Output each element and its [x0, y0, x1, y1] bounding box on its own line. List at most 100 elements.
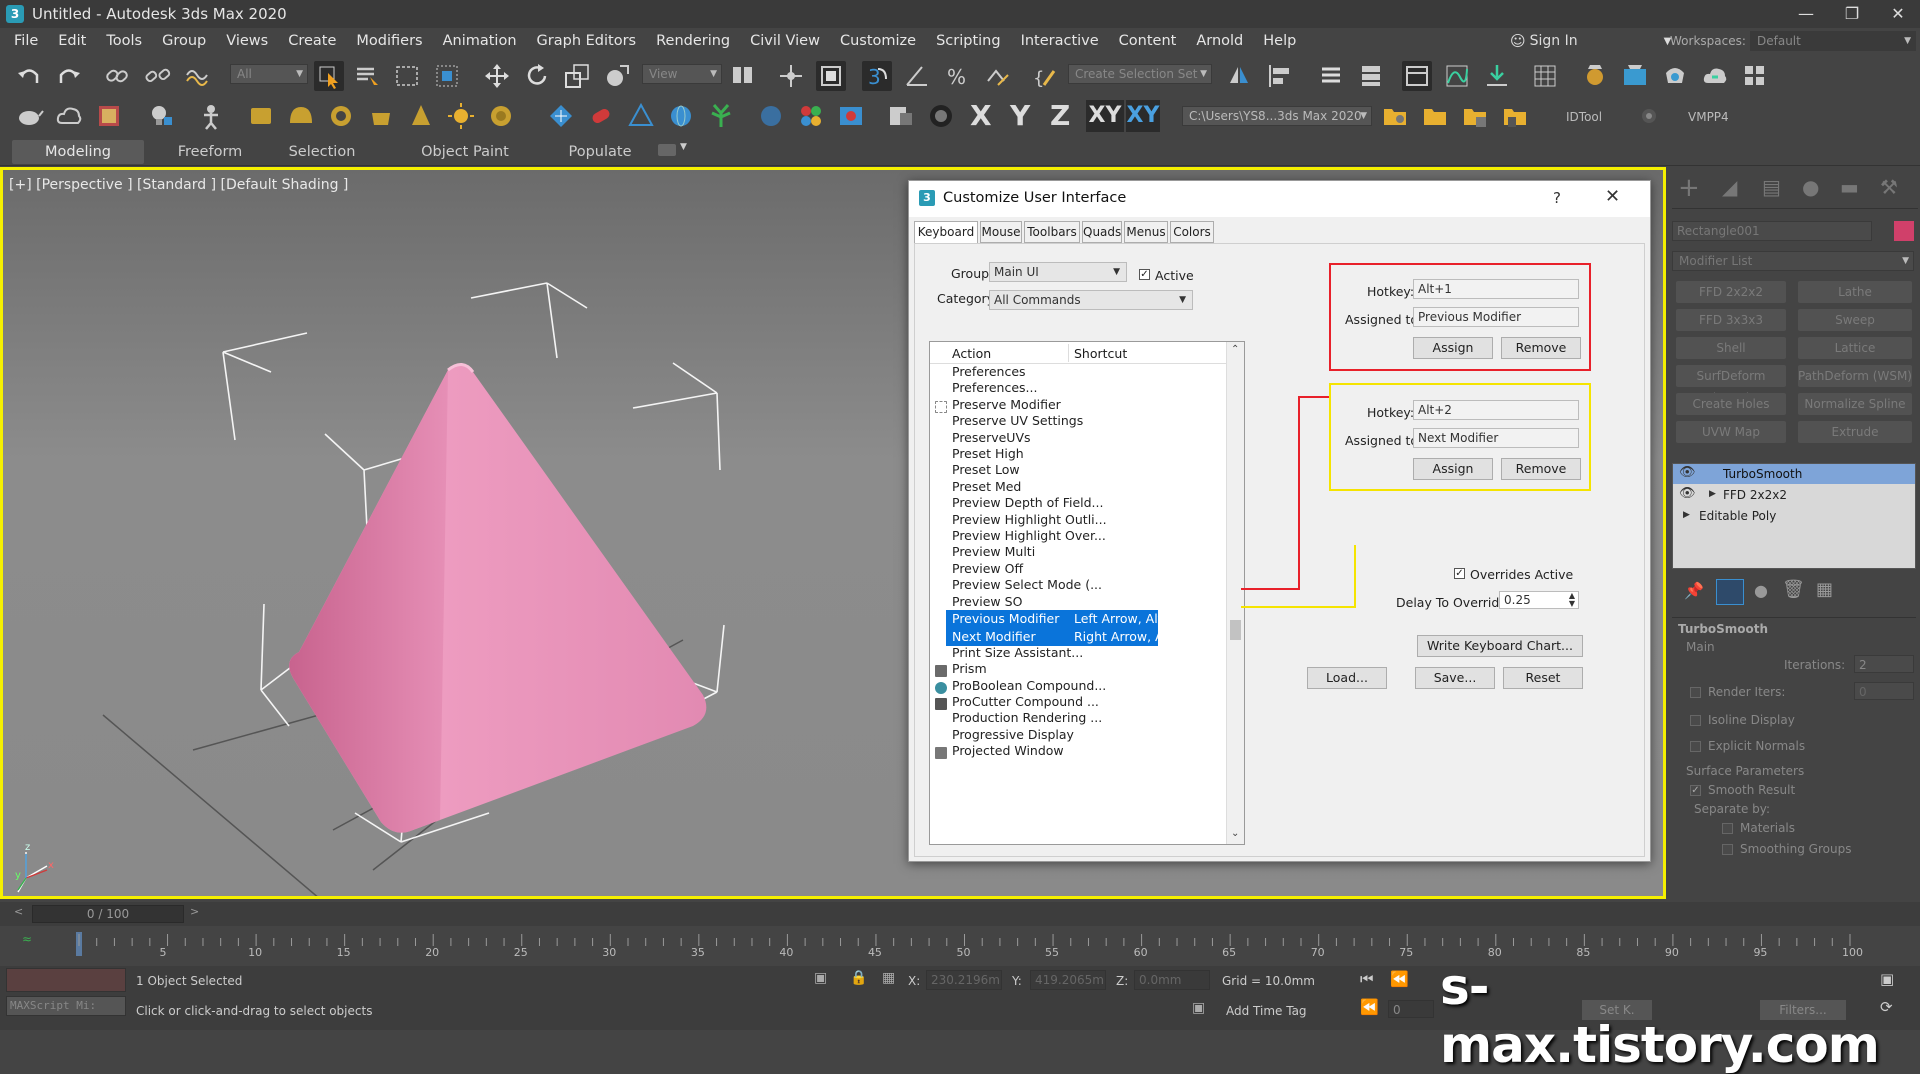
tab-selection[interactable]: Selection	[262, 140, 382, 164]
y-coordinate-field[interactable]: 419.2065m	[1030, 970, 1106, 990]
schematic-view-icon[interactable]	[1482, 61, 1512, 91]
constrain-xy-cycle-button[interactable]: XY	[1126, 100, 1160, 132]
folder-stack-icon[interactable]	[1460, 101, 1490, 131]
globe-icon[interactable]	[666, 101, 696, 131]
render-iters-spinner[interactable]: 0	[1854, 682, 1914, 700]
minimize-button[interactable]: —	[1784, 0, 1828, 28]
current-frame-field[interactable]: 0	[1388, 1000, 1434, 1018]
constrain-xy-button[interactable]: XY	[1086, 100, 1124, 132]
snaps-toggle-icon[interactable]: 3	[862, 61, 892, 91]
overrides-active-checkbox[interactable]: ✓	[1454, 568, 1465, 579]
light-bulb-icon[interactable]	[146, 101, 176, 131]
next-frame-icon[interactable]: >	[190, 905, 199, 918]
show-end-result-icon[interactable]	[1716, 579, 1744, 605]
modifier-button-lattice[interactable]: Lattice	[1798, 337, 1912, 359]
tab-populate[interactable]: Populate	[540, 140, 660, 164]
tab-object-paint[interactable]: Object Paint	[395, 140, 535, 164]
layer-explorer-icon[interactable]	[1356, 61, 1386, 91]
tab-modeling[interactable]: Modeling	[12, 140, 144, 164]
camera-lens-icon[interactable]	[926, 101, 956, 131]
modifier-list-dropdown[interactable]: Modifier List ▼	[1672, 251, 1914, 271]
multi-material-icon[interactable]	[796, 101, 826, 131]
cloud-icon[interactable]	[54, 101, 84, 131]
link-icon[interactable]	[102, 61, 132, 91]
workspace-dropdown[interactable]: Default ▼	[1750, 31, 1916, 51]
align-icon[interactable]	[1264, 61, 1294, 91]
key-mode-icon[interactable]: ⏪	[1360, 998, 1379, 1016]
menu-group[interactable]: Group	[152, 33, 216, 49]
menu-modifiers[interactable]: Modifiers	[346, 33, 432, 49]
constrain-z-button[interactable]: Z	[1050, 96, 1070, 136]
maxscript-mini-listener[interactable]: MAXScript Mi:	[6, 996, 126, 1016]
object-name-field[interactable]: Rectangle001	[1672, 221, 1872, 241]
eye-icon[interactable]: 👁	[1679, 465, 1696, 480]
constrain-x-button[interactable]: X	[970, 96, 992, 136]
reference-coordinate-dropdown[interactable]: View ▼	[642, 64, 722, 84]
expand-arrow-icon[interactable]: ▶	[1709, 489, 1716, 499]
modifier-button-shell[interactable]: Shell	[1676, 337, 1786, 359]
modifier-button-lathe[interactable]: Lathe	[1798, 281, 1912, 303]
selection-lock-icon[interactable]: 🔒	[850, 970, 867, 986]
menu-rendering[interactable]: Rendering	[646, 33, 740, 49]
modify-tab-icon[interactable]: ◢	[1722, 175, 1737, 199]
undo-icon[interactable]	[14, 61, 44, 91]
absolute-mode-icon[interactable]: ▦	[882, 970, 895, 986]
time-slider[interactable]: 0 / 100	[32, 905, 184, 923]
vmpp4-button[interactable]: VMPP4	[1688, 110, 1729, 124]
stack-item-turbosmooth[interactable]: 👁 TurboSmooth	[1673, 464, 1915, 484]
modifier-button-normalize-spline[interactable]: Normalize Spline	[1798, 393, 1912, 415]
character-icon[interactable]	[196, 101, 226, 131]
menu-arnold[interactable]: Arnold	[1186, 33, 1253, 49]
modifier-button-sweep[interactable]: Sweep	[1798, 309, 1912, 331]
menu-tools[interactable]: Tools	[96, 33, 152, 49]
project-path-dropdown[interactable]: C:\Users\YS8...3ds Max 2020 ▼	[1182, 106, 1372, 126]
pin-stack-icon[interactable]: 📌	[1684, 581, 1704, 600]
tab-freeform[interactable]: Freeform	[150, 140, 270, 164]
ribbon-toggle-icon[interactable]	[1402, 61, 1432, 91]
rectangular-selection-icon[interactable]	[392, 61, 422, 91]
edit-named-selection-icon[interactable]: {	[1030, 61, 1060, 91]
menu-civil-view[interactable]: Civil View	[740, 33, 830, 49]
scene-explorer-icon[interactable]	[1316, 61, 1346, 91]
delay-to-override-spinner[interactable]: 0.25 ▲ ▼	[1499, 591, 1579, 609]
explicit-normals-checkbox[interactable]	[1690, 741, 1701, 752]
modifier-button-ffd-3x3x3[interactable]: FFD 3x3x3	[1676, 309, 1786, 331]
rotate-icon[interactable]	[522, 61, 552, 91]
box-primitive-icon[interactable]	[246, 101, 276, 131]
assign-button-2[interactable]: Assign	[1413, 458, 1493, 480]
rollout-title[interactable]: TurboSmooth	[1678, 622, 1768, 636]
keyboard-shortcut-override-icon[interactable]	[816, 61, 846, 91]
prev-frame-icon[interactable]: <	[14, 905, 23, 918]
isoline-display-checkbox[interactable]	[1690, 715, 1701, 726]
redo-icon[interactable]	[54, 61, 84, 91]
hierarchy-tab-icon[interactable]: ▤	[1762, 175, 1781, 199]
curve-editor-icon[interactable]	[1442, 61, 1472, 91]
bind-spacewarp-icon[interactable]	[182, 61, 212, 91]
pyramid-outline-icon[interactable]	[626, 101, 656, 131]
reset-button[interactable]: Reset	[1503, 667, 1583, 689]
modifier-button-surfdeform[interactable]: SurfDeform (WSM)	[1676, 365, 1786, 405]
material-editor-icon[interactable]	[1530, 61, 1560, 91]
make-unique-icon[interactable]: ●	[1754, 581, 1768, 600]
previous-frame-icon[interactable]: ⏪	[1390, 970, 1409, 988]
viewport-snapshot-icon[interactable]	[886, 101, 916, 131]
remove-modifier-icon[interactable]: 🗑	[1782, 579, 1805, 600]
create-tab-icon[interactable]: +	[1678, 173, 1700, 203]
materials-checkbox[interactable]	[1722, 823, 1733, 834]
modifier-button-create-holes[interactable]: Create Holes	[1676, 393, 1786, 415]
x-coordinate-field[interactable]: 230.2196m	[926, 970, 1002, 990]
remove-button-2[interactable]: Remove	[1501, 458, 1581, 480]
assign-button-1[interactable]: Assign	[1413, 337, 1493, 359]
menu-views[interactable]: Views	[216, 33, 278, 49]
grid-object-icon[interactable]	[546, 101, 576, 131]
display-tab-icon[interactable]: ▬	[1840, 175, 1859, 199]
remove-button-1[interactable]: Remove	[1501, 337, 1581, 359]
material-sphere-icon[interactable]	[756, 101, 786, 131]
smooth-result-checkbox[interactable]: ✓	[1690, 785, 1701, 796]
restore-button[interactable]: ❐	[1830, 0, 1874, 28]
plugin-icon[interactable]	[1634, 101, 1664, 131]
select-by-name-icon[interactable]	[352, 61, 382, 91]
pivot-point-icon[interactable]	[728, 61, 758, 91]
constrain-y-button[interactable]: Y	[1010, 96, 1030, 136]
sign-in[interactable]: ☺ Sign In ▼	[1510, 28, 1671, 54]
